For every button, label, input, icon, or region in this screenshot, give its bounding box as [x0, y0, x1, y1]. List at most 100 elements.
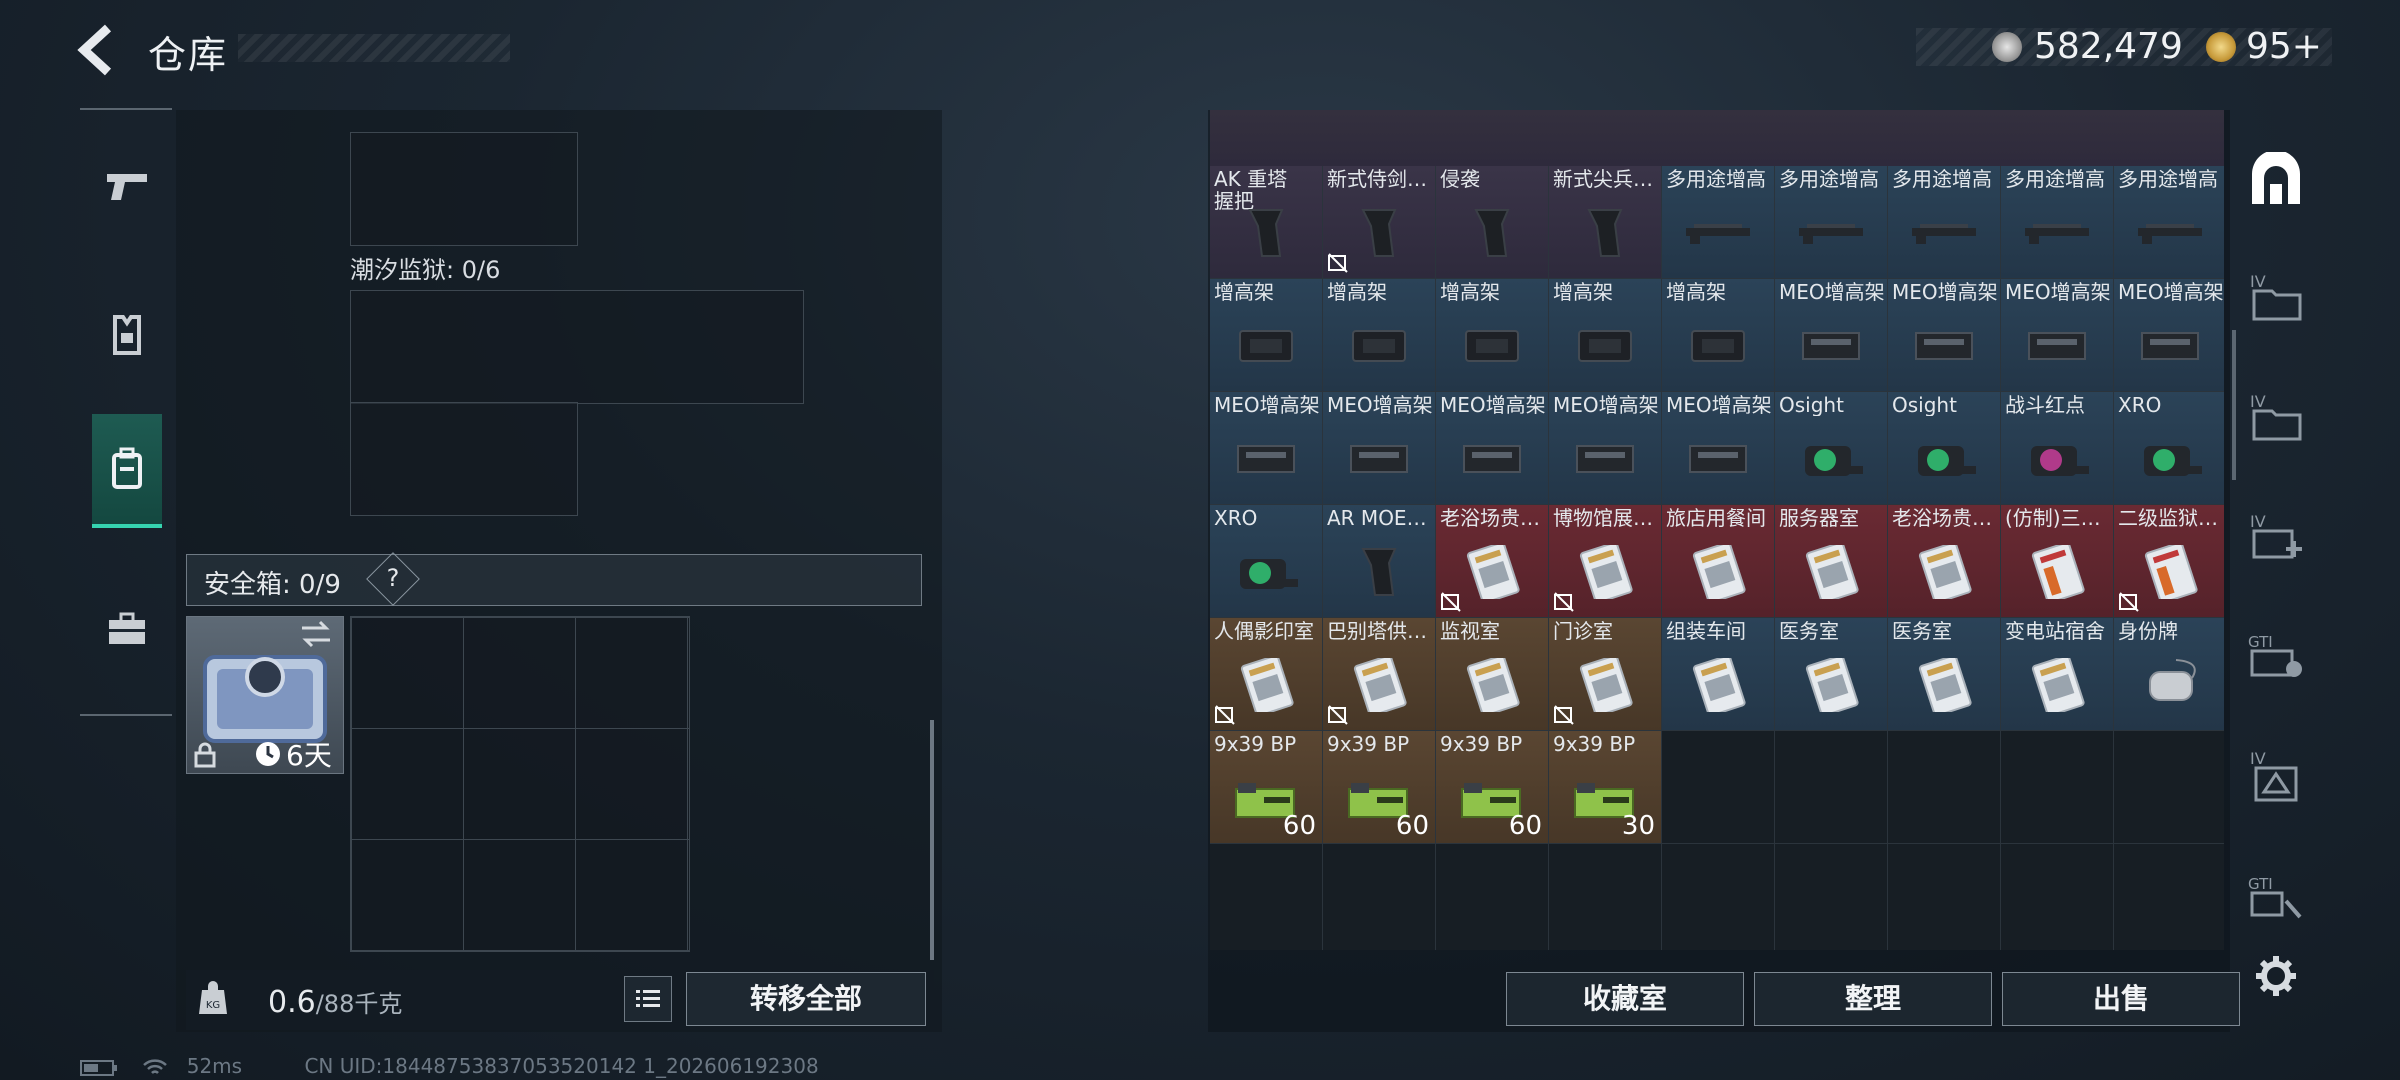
- stash-item[interactable]: 门诊室: [1549, 618, 1662, 731]
- back-button[interactable]: [70, 20, 130, 80]
- stash-empty-slot[interactable]: [1323, 844, 1436, 950]
- item-name: MEO增高架: [2118, 281, 2224, 303]
- stash-empty-slot[interactable]: [1888, 844, 2001, 950]
- stash-item[interactable]: 多用途增高: [2001, 166, 2114, 279]
- stash-item[interactable]: 监视室: [1436, 618, 1549, 731]
- stash-item[interactable]: 多用途增高: [1775, 166, 1888, 279]
- stash-item[interactable]: 9x39 BP 60: [1323, 731, 1436, 844]
- stash-row-partial[interactable]: [1210, 110, 2224, 167]
- stash-item[interactable]: AK 重塔握把: [1210, 166, 1323, 279]
- item-name: MEO增高架: [1553, 394, 1659, 416]
- premium-amount[interactable]: 95+: [2246, 26, 2322, 67]
- stash-item[interactable]: 新式尖兵…: [1549, 166, 1662, 279]
- stash-scrollbar[interactable]: [2232, 330, 2236, 480]
- stash-item[interactable]: 9x39 BP 60: [1210, 731, 1323, 844]
- collection-button[interactable]: 收藏室: [1506, 972, 1744, 1026]
- stash-item[interactable]: MEO增高架: [2001, 279, 2114, 392]
- nav-items[interactable]: [92, 584, 162, 674]
- rnav-home[interactable]: [2244, 148, 2308, 212]
- stash-grid[interactable]: AK 重塔握把 新式侍剑… 侵袭 新式尖兵… 多用途增高 多用途增高 多用途增高 多用途增高多…: [1210, 110, 2224, 950]
- stash-empty-slot[interactable]: [1662, 731, 1775, 844]
- stash-item[interactable]: MEO增高架: [1888, 279, 2001, 392]
- container-grid-row2[interactable]: [350, 402, 578, 516]
- stash-empty-slot[interactable]: [2114, 731, 2224, 844]
- safe-box-grid[interactable]: [350, 616, 690, 952]
- stash-item[interactable]: 身份牌: [2114, 618, 2224, 731]
- item-name: 侵袭: [1440, 168, 1480, 190]
- stash-item[interactable]: 博物馆展…: [1549, 505, 1662, 618]
- stash-item[interactable]: 医务室: [1775, 618, 1888, 731]
- stash-item[interactable]: MEO增高架: [1662, 392, 1775, 505]
- nav-backpack[interactable]: [92, 414, 162, 528]
- sell-button[interactable]: 出售: [2002, 972, 2240, 1026]
- item-name: 多用途增高: [1779, 168, 1879, 190]
- stash-item[interactable]: 巴别塔供…: [1323, 618, 1436, 731]
- stash-item[interactable]: (仿制)三…: [2001, 505, 2114, 618]
- rnav-cat3[interactable]: IV: [2244, 504, 2308, 568]
- item-name: MEO增高架: [1666, 394, 1772, 416]
- stash-item[interactable]: 服务器室: [1775, 505, 1888, 618]
- transfer-all-button[interactable]: 转移全部: [686, 972, 926, 1026]
- stash-item[interactable]: MEO增高架: [1549, 392, 1662, 505]
- stash-item[interactable]: 侵袭: [1436, 166, 1549, 279]
- swap-icon[interactable]: [300, 620, 332, 648]
- stash-item[interactable]: MEO增高架: [1323, 392, 1436, 505]
- stash-item[interactable]: 组装车间: [1662, 618, 1775, 731]
- stash-empty-slot[interactable]: [2001, 844, 2114, 950]
- stash-empty-slot[interactable]: [2114, 844, 2224, 950]
- stash-empty-slot[interactable]: [1662, 844, 1775, 950]
- rnav-cat2[interactable]: IV: [2244, 384, 2308, 448]
- grip-icon: [1345, 206, 1413, 260]
- stash-item[interactable]: 新式侍剑…: [1323, 166, 1436, 279]
- stash-item[interactable]: 二级监狱…: [2114, 505, 2224, 618]
- stash-item[interactable]: 增高架: [1662, 279, 1775, 392]
- rnav-cat1[interactable]: IV: [2244, 264, 2308, 328]
- stash-item[interactable]: Osight: [1775, 392, 1888, 505]
- stash-item[interactable]: 9x39 BP 30: [1549, 731, 1662, 844]
- rnav-cat5[interactable]: IV: [2244, 744, 2308, 808]
- stash-item[interactable]: 老浴场贵…: [1436, 505, 1549, 618]
- stash-item[interactable]: AR MOE…: [1323, 505, 1436, 618]
- stash-item[interactable]: XRO: [2114, 392, 2224, 505]
- stash-item[interactable]: 旅店用餐间: [1662, 505, 1775, 618]
- stash-item[interactable]: 增高架: [1436, 279, 1549, 392]
- rnav-cat4[interactable]: GTI: [2244, 624, 2308, 688]
- container-grid-top[interactable]: [350, 132, 578, 246]
- stash-item[interactable]: MEO增高架: [1210, 392, 1323, 505]
- stash-empty-slot[interactable]: [1210, 844, 1323, 950]
- stash-empty-slot[interactable]: [2001, 731, 2114, 844]
- list-view-button[interactable]: [624, 976, 672, 1022]
- stash-item[interactable]: 医务室: [1888, 618, 2001, 731]
- stash-item[interactable]: Osight: [1888, 392, 2001, 505]
- stash-item[interactable]: 多用途增高: [2114, 166, 2224, 279]
- settings-button[interactable]: [2244, 944, 2308, 1008]
- stash-item[interactable]: 人偶影印室: [1210, 618, 1323, 731]
- help-button[interactable]: ?: [380, 564, 406, 592]
- wifi-icon: [143, 1058, 168, 1074]
- stash-empty-slot[interactable]: [1549, 844, 1662, 950]
- svg-text:IV: IV: [2250, 749, 2266, 768]
- stash-item[interactable]: XRO: [1210, 505, 1323, 618]
- stash-empty-slot[interactable]: [1436, 844, 1549, 950]
- stash-item[interactable]: MEO增高架: [1436, 392, 1549, 505]
- stash-item[interactable]: 多用途增高: [1662, 166, 1775, 279]
- stash-item[interactable]: 多用途增高: [1888, 166, 2001, 279]
- left-scrollbar[interactable]: [930, 720, 934, 960]
- stash-item[interactable]: MEO增高架: [2114, 279, 2224, 392]
- stash-item[interactable]: 增高架: [1210, 279, 1323, 392]
- nav-gear[interactable]: [92, 290, 162, 380]
- stash-empty-slot[interactable]: [1775, 844, 1888, 950]
- stash-item[interactable]: 增高架: [1549, 279, 1662, 392]
- stash-item[interactable]: MEO增高架: [1775, 279, 1888, 392]
- nav-weapons[interactable]: [92, 142, 162, 232]
- stash-item[interactable]: 9x39 BP 60: [1436, 731, 1549, 844]
- rnav-cat6[interactable]: GTI: [2244, 866, 2308, 930]
- sort-button[interactable]: 整理: [1754, 972, 1992, 1026]
- stash-item[interactable]: 战斗红点: [2001, 392, 2114, 505]
- stash-item[interactable]: 增高架: [1323, 279, 1436, 392]
- stash-empty-slot[interactable]: [1775, 731, 1888, 844]
- container-grid-row1[interactable]: [350, 290, 804, 404]
- stash-item[interactable]: 老浴场贵…: [1888, 505, 2001, 618]
- stash-empty-slot[interactable]: [1888, 731, 2001, 844]
- stash-item[interactable]: 变电站宿舍: [2001, 618, 2114, 731]
